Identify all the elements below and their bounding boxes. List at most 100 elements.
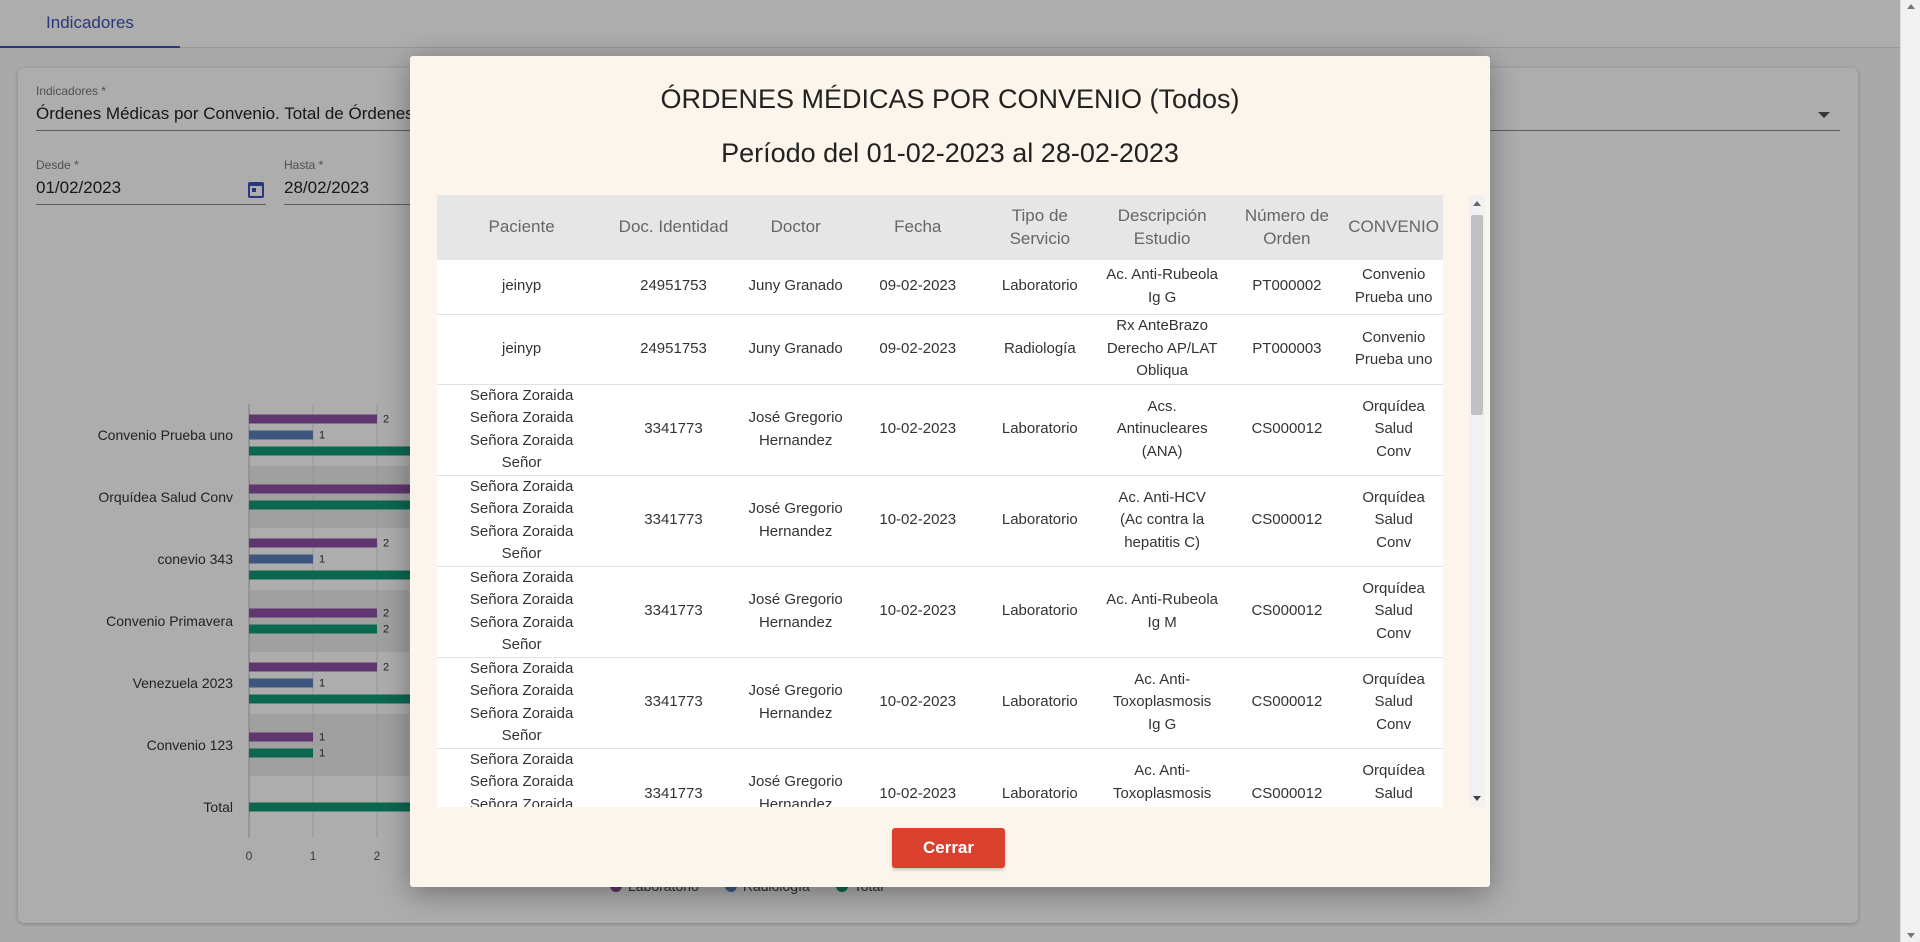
table-cell-orden: CS000012	[1229, 383, 1345, 475]
table-cell-paciente: Señora Zoraida Señora Zoraida Señora Zorai…	[437, 656, 607, 748]
table-row[interactable]: jeinyp 24951753 Juny Granado 09-02-2023 Labo…	[437, 258, 1443, 314]
cell-text: 10-02-2023	[879, 420, 957, 438]
page-scrollbar[interactable]	[1900, 0, 1920, 942]
table-cell-orden: PT000003	[1229, 313, 1345, 384]
table-cell-desc: Ac. Anti-Rubeola Ig G	[1094, 258, 1230, 314]
table-cell-paciente: jeinyp	[437, 313, 607, 384]
cell-text: Señora Zoraida	[469, 386, 574, 404]
cell-text: Señora Zoraida	[469, 795, 574, 807]
scrollbar-thumb[interactable]	[1471, 215, 1483, 415]
cell-text: Ac. Anti-Rubeola	[1106, 266, 1218, 283]
cell-text: Señora Zoraida	[469, 522, 574, 540]
cell-text: Juny Granado	[748, 339, 843, 357]
table-body: jeinyp 24951753 Juny Granado 09-02-2023 Labo…	[437, 258, 1443, 807]
cell-text: 3341773	[644, 511, 703, 529]
table-cell-doctor: José Gregorio Hernandez	[740, 747, 851, 807]
column-header-label: CONVENIO	[1348, 217, 1439, 237]
table-cell-fecha: 10-02-2023	[850, 565, 985, 657]
table-cell-doc: 24951753	[606, 313, 741, 384]
column-header-label: Estudio	[1133, 228, 1191, 248]
cell-text: Señor	[501, 727, 542, 744]
table-cell-tipo: Laboratorio	[984, 474, 1095, 566]
table-header-row: Paciente Doc. Identidad Doctor Fecha Tipo de…	[437, 195, 1443, 259]
table-row[interactable]: Señora Zoraida Señora Zoraida Señora Zorai…	[437, 383, 1443, 475]
cell-text: Rx AnteBrazo	[1116, 317, 1208, 335]
table-cell-desc: Ac. Anti- Toxoplasmosis Ig G	[1094, 656, 1230, 748]
cell-text: José Gregorio	[748, 682, 843, 699]
table-cell-desc: Ac. Anti-Rubeola Ig M	[1094, 565, 1230, 657]
column-header-label: Tipo de	[1011, 205, 1068, 225]
table-row[interactable]: Señora Zoraida Señora Zoraida Señora Zorai…	[437, 747, 1443, 807]
cell-text: Señora Zoraida	[469, 500, 574, 517]
cell-text: Laboratorio	[1001, 784, 1078, 802]
table-scrollbar[interactable]	[1469, 195, 1485, 807]
column-header: Tipo de Servicio	[984, 195, 1095, 259]
cell-text: Obliqua	[1136, 362, 1188, 380]
column-header-label: Doctor	[770, 217, 821, 237]
cell-text: CS000012	[1251, 420, 1323, 438]
cell-text: Señora Zoraida	[469, 773, 574, 791]
scroll-up-arrow-icon[interactable]	[1473, 201, 1481, 206]
cell-text: (Ac contra la	[1120, 511, 1205, 529]
cell-text: (ANA)	[1141, 442, 1183, 460]
cell-text: Ig M	[1101, 805, 1224, 807]
scroll-down-arrow-icon[interactable]	[1473, 796, 1481, 801]
cell-text: Hernandez	[758, 431, 833, 449]
column-header-label: Doc. Identidad	[618, 217, 729, 237]
cell-text: 3341773	[644, 602, 703, 620]
cell-text: Ac. Anti-HCV	[1118, 488, 1206, 506]
cell-text: Hernandez	[758, 704, 833, 722]
cell-text: 09-02-2023	[879, 339, 957, 357]
cell-text: Señor	[501, 454, 542, 471]
column-header: Descripción Estudio	[1094, 195, 1230, 259]
cell-text: Señora Zoraida	[469, 750, 574, 768]
orders-table-container[interactable]: Paciente Doc. Identidad Doctor Fecha Tipo de…	[437, 195, 1443, 807]
table-cell-fecha: 10-02-2023	[850, 656, 985, 748]
close-button[interactable]: Cerrar	[892, 828, 1005, 868]
table-cell-paciente: Señora Zoraida Señora Zoraida Señora Zorai…	[437, 747, 607, 807]
cell-text: Toxoplasmosis	[1112, 693, 1212, 711]
cell-text: Hernandez	[758, 795, 833, 807]
cell-text: 10-02-2023	[879, 784, 957, 802]
table-row[interactable]: jeinyp 24951753 Juny Granado 09-02-2023 Radi…	[437, 313, 1443, 384]
cell-text: Ac. Anti-	[1134, 762, 1191, 779]
cell-text: Ig G	[1147, 288, 1177, 306]
table-row[interactable]: Señora Zoraida Señora Zoraida Señora Zorai…	[437, 474, 1443, 566]
cell-text: Señora Zoraida	[469, 613, 574, 631]
table-cell-tipo: Laboratorio	[984, 747, 1095, 807]
table-cell-orden: PT000002	[1229, 258, 1345, 314]
table-cell-paciente: Señora Zoraida Señora Zoraida Señora Zorai…	[437, 383, 607, 475]
table-row[interactable]: Señora Zoraida Señora Zoraida Señora Zorai…	[437, 656, 1443, 748]
table-row[interactable]: Señora Zoraida Señora Zoraida Señora Zorai…	[437, 565, 1443, 657]
table-cell-convenio: Convenio Prueba uno	[1344, 313, 1443, 384]
column-header-label: Orden	[1263, 228, 1311, 248]
cell-text: Antinucleares	[1116, 420, 1208, 438]
cell-text: Señor	[501, 545, 542, 562]
table-cell-convenio: Orquídea Salud Conv	[1344, 656, 1443, 748]
cell-text: CS000012	[1251, 693, 1323, 711]
cell-text: Ig G	[1147, 715, 1177, 733]
column-header: CONVENIO	[1344, 195, 1443, 259]
cell-text: José Gregorio	[748, 773, 843, 791]
cell-text: Derecho AP/LAT	[1106, 339, 1218, 357]
table-cell-tipo: Laboratorio	[984, 258, 1095, 314]
cell-text: 24951753	[640, 277, 707, 295]
cell-text: Orquídea Salud	[1362, 397, 1425, 438]
cell-text: Convenio	[1361, 328, 1426, 346]
table-cell-desc: Rx AnteBrazo Derecho AP/LAT Obliqua	[1094, 313, 1230, 384]
cell-text: Laboratorio	[1001, 420, 1078, 438]
table-cell-fecha: 09-02-2023	[850, 313, 985, 384]
cell-text: PT000003	[1252, 339, 1322, 357]
cell-text: Conv	[1350, 805, 1437, 807]
table-cell-doctor: Juny Granado	[740, 258, 851, 314]
scroll-down-arrow-icon[interactable]	[1907, 933, 1915, 938]
scroll-up-arrow-icon[interactable]	[1907, 4, 1915, 9]
table-cell-doc: 3341773	[606, 383, 741, 475]
cell-text: Señora Zoraida	[469, 591, 574, 608]
orders-modal: ÓRDENES MÉDICAS POR CONVENIO (Todos) Per…	[410, 56, 1490, 887]
table-cell-doc: 3341773	[606, 474, 741, 566]
cell-text: Orquídea Salud	[1362, 670, 1425, 711]
table-cell-orden: CS000012	[1229, 747, 1345, 807]
cell-text: Laboratorio	[1001, 693, 1078, 711]
column-header: Fecha	[850, 195, 985, 259]
